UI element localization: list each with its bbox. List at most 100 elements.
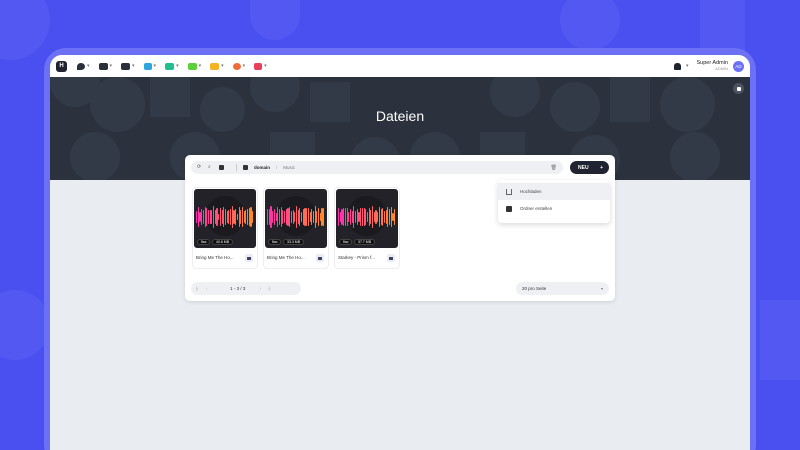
- waveform-bar: [224, 209, 227, 225]
- top-navbar: H ▾ ▾ ▾ ▾ ▾ ▾ ▾ ▾ ▾ ▾ Super Admin ADMIN …: [50, 55, 750, 77]
- bg-shape: [250, 0, 300, 40]
- folder-icon: [318, 256, 322, 260]
- waveform-bar: [236, 213, 238, 221]
- size-badge: 40.6 MB: [212, 239, 234, 245]
- location-icon: [77, 62, 85, 70]
- waveform-bar: [394, 209, 396, 225]
- nav-stack[interactable]: ▾: [210, 62, 224, 70]
- divider: [236, 164, 237, 171]
- waveform-bar: [295, 206, 298, 228]
- per-page-select[interactable]: 20 pro Seite ▾: [516, 282, 609, 295]
- file-folder-button[interactable]: [387, 254, 395, 262]
- nav-document[interactable]: ▾: [254, 62, 267, 70]
- page-title: Dateien: [375, 108, 425, 124]
- file-toolbar: ⟳ ⌕ domain / Music 🗑: [191, 161, 563, 174]
- document-icon: [254, 62, 263, 70]
- new-menu: Hochladen Ordner erstellen: [498, 180, 610, 223]
- edit-icon: [143, 62, 152, 70]
- chevron-down-icon: ▾: [153, 63, 157, 69]
- prev-page-button[interactable]: ‹: [206, 286, 208, 291]
- audio-thumbnail: flac 37.7 MB: [336, 189, 398, 248]
- waveform-bar: [219, 208, 221, 226]
- chevron-down-icon: ▾: [198, 63, 202, 69]
- menu-item-label: Ordner erstellen: [520, 206, 553, 211]
- waveform-bar: [366, 212, 369, 222]
- waveform-bar: [241, 206, 244, 228]
- user-area: ▾ Super Admin ADMIN AD: [673, 60, 744, 72]
- menu-item-create-folder[interactable]: Ordner erstellen: [498, 200, 610, 217]
- breadcrumb-root[interactable]: domain: [254, 165, 270, 170]
- file-tile[interactable]: flac 40.6 MB Bring Me The Ho...: [192, 187, 258, 269]
- nav-files[interactable]: ▾: [121, 62, 135, 70]
- folder-icon[interactable]: [219, 165, 224, 170]
- menu-item-upload[interactable]: Hochladen: [498, 183, 610, 200]
- folder-plus-icon: [506, 205, 512, 212]
- waveform-bar: [290, 211, 292, 223]
- hero-settings-button[interactable]: [733, 83, 744, 94]
- chevron-down-icon: ▾: [132, 63, 135, 69]
- app-logo[interactable]: H: [56, 60, 67, 72]
- waveform-bar: [252, 210, 254, 224]
- waveform: [196, 197, 254, 237]
- waveform: [338, 197, 396, 237]
- avatar[interactable]: AD: [733, 60, 744, 72]
- home-icon: [243, 165, 248, 170]
- format-badge: flac: [268, 239, 282, 245]
- search-icon[interactable]: ⌕: [208, 165, 213, 170]
- file-name: Bring Me The Ho...: [196, 255, 234, 260]
- upload-icon: [506, 188, 512, 195]
- stack-icon: [210, 62, 220, 70]
- nav-chat[interactable]: ▾: [187, 62, 202, 70]
- refresh-icon[interactable]: ⟳: [197, 165, 202, 170]
- app-window: H ▾ ▾ ▾ ▾ ▾ ▾ ▾ ▾ ▾ ▾ Super Admin ADMIN …: [50, 55, 750, 450]
- nav-edit[interactable]: ▾: [143, 62, 157, 70]
- file-tile[interactable]: flac 37.7 MB Starkey - Prism f...: [334, 187, 400, 269]
- waveform: [267, 197, 325, 237]
- bell-icon[interactable]: [673, 62, 681, 70]
- file-name: Starkey - Prism f...: [338, 255, 376, 260]
- chevron-down-icon: ▾: [685, 63, 689, 69]
- bg-circle: [0, 0, 50, 60]
- user-role: ADMIN: [715, 66, 728, 71]
- file-grid: flac 40.6 MB Bring Me The Ho... flac 33.…: [192, 187, 405, 269]
- pagination: |‹ ‹ 1 - 3 / 3 › ›|: [191, 282, 301, 295]
- waveform-bar: [273, 208, 275, 226]
- chevron-down-icon: ▾: [264, 63, 267, 69]
- folder-icon: [247, 256, 251, 260]
- square-icon: [736, 86, 741, 91]
- nav-flag[interactable]: ▾: [165, 62, 179, 70]
- nav-users[interactable]: ▾: [98, 62, 113, 70]
- format-badge: flac: [339, 239, 353, 245]
- new-button[interactable]: NEU +: [570, 161, 609, 174]
- menu-item-label: Hochladen: [520, 189, 542, 194]
- hero-pattern: [250, 77, 300, 112]
- flag-icon: [165, 62, 175, 70]
- file-tile[interactable]: flac 33.3 MB Bring Me The Ho...: [263, 187, 329, 269]
- user-info[interactable]: Super Admin ADMIN: [697, 60, 729, 72]
- folder-icon: [121, 62, 131, 70]
- nav-palette[interactable]: ▾: [232, 62, 245, 70]
- breadcrumb-current[interactable]: Music: [283, 165, 295, 170]
- waveform-bar: [378, 206, 380, 228]
- new-button-label: NEU: [578, 164, 589, 171]
- file-manager-card: ⟳ ⌕ domain / Music 🗑 NEU + flac 40.6 MB: [185, 155, 615, 301]
- bg-circle: [0, 290, 50, 360]
- size-badge: 33.3 MB: [283, 239, 305, 245]
- waveform-bar: [383, 210, 386, 224]
- waveform-bar: [344, 208, 346, 226]
- hero-pattern: [70, 132, 120, 180]
- format-badge: flac: [197, 239, 211, 245]
- chevron-down-icon: ▾: [109, 63, 113, 69]
- trash-icon[interactable]: 🗑: [551, 165, 557, 171]
- chevron-down-icon: ▾: [176, 63, 179, 69]
- first-page-button[interactable]: |‹: [196, 286, 199, 291]
- folder-icon: [389, 256, 393, 260]
- last-page-button[interactable]: ›|: [268, 286, 271, 291]
- nav-location[interactable]: ▾: [77, 62, 90, 70]
- waveform-bar: [349, 208, 352, 226]
- file-folder-button[interactable]: [316, 254, 324, 262]
- waveform-bar: [202, 209, 204, 225]
- audio-thumbnail: flac 33.3 MB: [265, 189, 327, 248]
- next-page-button[interactable]: ›: [259, 286, 261, 291]
- file-folder-button[interactable]: [245, 254, 253, 262]
